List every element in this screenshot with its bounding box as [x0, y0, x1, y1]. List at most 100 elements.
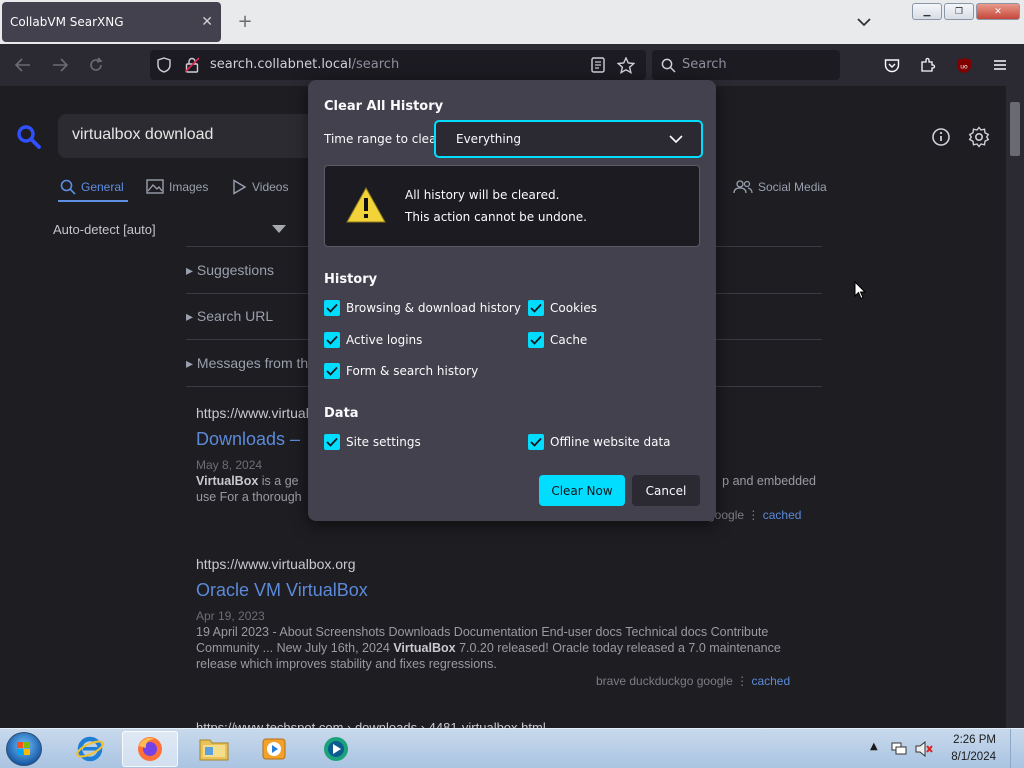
warning-box: All history will be cleared. This action…: [324, 165, 700, 247]
clock-date[interactable]: 8/1/2024: [951, 751, 996, 763]
checkbox-label: Cookies: [550, 301, 597, 315]
checkbox-browsing-download-history[interactable]: Browsing & download history: [324, 300, 521, 316]
category-label: Social Media: [758, 179, 827, 194]
maximize-button[interactable]: ❐: [944, 3, 974, 20]
category-videos[interactable]: Videos: [232, 179, 288, 195]
search-icon: [658, 55, 678, 75]
search-bar-placeholder: Search: [682, 57, 727, 72]
category-general[interactable]: General: [60, 179, 124, 195]
time-range-select[interactable]: Everything: [434, 120, 703, 158]
time-range-value: Everything: [456, 132, 521, 146]
checkbox-checked-icon: [324, 332, 340, 348]
category-social-media[interactable]: Social Media: [733, 179, 827, 194]
settings-gear-icon[interactable]: [968, 126, 990, 148]
category-label: Videos: [252, 180, 289, 194]
list-all-tabs-chevron-icon[interactable]: [854, 12, 874, 32]
image-icon: [146, 179, 164, 194]
cached-link[interactable]: cached: [763, 508, 802, 522]
checkbox-cache[interactable]: Cache: [528, 332, 587, 348]
page-scrollbar[interactable]: [1006, 86, 1024, 728]
search-query-input[interactable]: virtualbox download: [58, 114, 318, 158]
chevron-down-icon: [669, 135, 683, 144]
internet-explorer-icon[interactable]: [62, 731, 118, 767]
file-explorer-folder-icon[interactable]: [186, 731, 242, 767]
checkbox-label: Active logins: [346, 333, 423, 347]
result-url[interactable]: https://www.techspot.com › downloads › 4…: [196, 720, 546, 728]
warning-line-1: All history will be cleared.: [405, 188, 560, 202]
pocket-icon[interactable]: [882, 55, 902, 75]
tab-close-icon[interactable]: ✕: [201, 14, 213, 30]
result-snippet-tail: p and embedded: [722, 474, 816, 488]
remote-app-icon[interactable]: [308, 731, 364, 767]
network-icon[interactable]: [890, 741, 908, 761]
info-icon[interactable]: [930, 126, 952, 148]
reload-icon[interactable]: [86, 55, 106, 75]
collapser-label: Suggestions: [196, 262, 274, 278]
url-bar[interactable]: search.collabnet.local/search: [150, 50, 646, 80]
bookmark-star-icon[interactable]: [616, 55, 636, 75]
result-title-link[interactable]: Oracle VM VirtualBox: [196, 580, 368, 601]
clear-history-dialog: Clear All History Time range to clear: E…: [308, 80, 716, 521]
minimize-button[interactable]: ▁: [912, 3, 942, 20]
category-images[interactable]: Images: [146, 179, 208, 194]
search-bar[interactable]: Search: [652, 50, 840, 80]
clear-now-button[interactable]: Clear Now: [539, 475, 625, 506]
ublock-origin-icon[interactable]: uo: [954, 55, 974, 75]
checkbox-checked-icon: [324, 363, 340, 379]
checkbox-label: Site settings: [346, 435, 421, 449]
checkbox-checked-icon: [324, 434, 340, 450]
suggestions-collapser[interactable]: ▸ Suggestions: [186, 262, 274, 279]
tab-collabvm-searxng[interactable]: CollabVM SearXNG ✕: [2, 2, 221, 42]
checkbox-form-search-history[interactable]: Form & search history: [324, 363, 478, 379]
searxng-logo-icon[interactable]: [16, 124, 42, 154]
lock-warning-icon[interactable]: [182, 55, 202, 75]
search-icon: [60, 179, 76, 195]
checkbox-offline-website-data[interactable]: Offline website data: [528, 434, 671, 450]
show-hidden-icons-arrow[interactable]: ▲: [870, 741, 878, 752]
result-url[interactable]: https://www.virtual: [196, 405, 309, 421]
start-button-windows-icon[interactable]: [6, 732, 42, 766]
checkbox-site-settings[interactable]: Site settings: [324, 434, 421, 450]
result-url[interactable]: https://www.virtualbox.org: [196, 556, 356, 572]
tab-strip: CollabVM SearXNG ✕ + ▁ ❐ ✕: [0, 0, 1024, 44]
checkbox-cookies[interactable]: Cookies: [528, 300, 597, 316]
tab-title: CollabVM SearXNG: [10, 15, 124, 29]
forward-arrow-icon[interactable]: [50, 55, 70, 75]
category-label: General: [81, 180, 124, 194]
result-date: Apr 19, 2023: [196, 609, 265, 623]
show-desktop-button[interactable]: [1010, 729, 1024, 768]
checkbox-checked-icon: [528, 332, 544, 348]
warning-triangle-icon: [346, 186, 386, 223]
new-tab-button[interactable]: +: [234, 10, 256, 32]
volume-muted-icon[interactable]: [914, 740, 934, 762]
cancel-button[interactable]: Cancel: [632, 475, 700, 506]
dropdown-caret-icon[interactable]: [272, 225, 286, 233]
menu-hamburger-icon[interactable]: [990, 55, 1010, 75]
search-query-text: virtualbox download: [72, 126, 214, 143]
url-host: search.collabnet.local: [210, 57, 352, 72]
shield-icon[interactable]: [154, 55, 174, 75]
close-window-button[interactable]: ✕: [976, 3, 1020, 20]
back-arrow-icon[interactable]: [13, 55, 33, 75]
language-selector[interactable]: Auto-detect [auto]: [53, 222, 156, 237]
search-url-collapser[interactable]: ▸ Search URL: [186, 308, 273, 325]
messages-collapser[interactable]: ▸ Messages from th: [186, 355, 308, 372]
checkbox-checked-icon: [324, 300, 340, 316]
checkbox-label: Offline website data: [550, 435, 671, 449]
extensions-puzzle-icon[interactable]: [918, 55, 938, 75]
windows-taskbar: ▲ 2:26 PM 8/1/2024: [0, 728, 1024, 768]
checkbox-active-logins[interactable]: Active logins: [324, 332, 422, 348]
checkbox-checked-icon: [528, 300, 544, 316]
result-engines: google ⋮ cached: [708, 508, 802, 522]
checkbox-label: Form & search history: [346, 364, 479, 378]
scroll-thumb[interactable]: [1010, 102, 1020, 156]
window-controls: ▁ ❐ ✕: [912, 3, 1020, 20]
firefox-taskbar-icon[interactable]: [122, 731, 178, 767]
cached-link[interactable]: cached: [751, 674, 790, 688]
result-title-link[interactable]: Downloads –: [196, 429, 300, 450]
clock-time[interactable]: 2:26 PM: [953, 734, 996, 746]
reader-view-icon[interactable]: [588, 55, 608, 75]
media-player-icon[interactable]: [246, 731, 302, 767]
data-heading: Data: [324, 406, 359, 421]
url-text[interactable]: search.collabnet.local/search: [210, 57, 399, 72]
